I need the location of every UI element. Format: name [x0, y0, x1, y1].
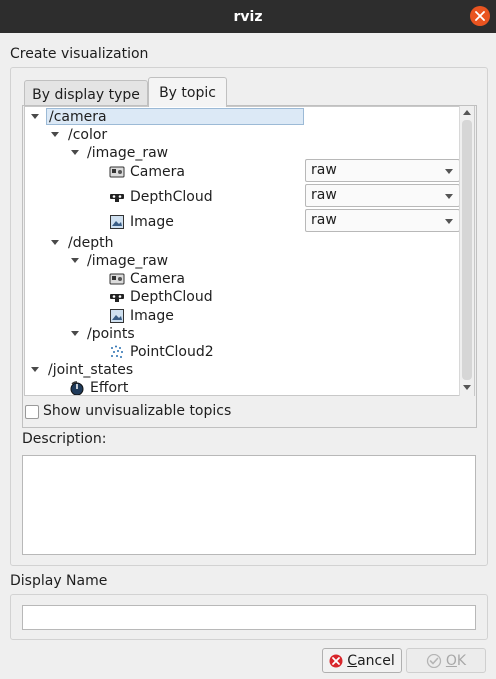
tree-item-depth-image[interactable]: Image — [25, 307, 461, 325]
expand-arrow-icon[interactable] — [51, 240, 59, 245]
effort-icon — [70, 381, 84, 395]
tab-by-topic-label: By topic — [159, 84, 216, 101]
tree-label: /camera — [49, 109, 107, 125]
description-box — [22, 455, 476, 555]
tree-item-points[interactable]: /points — [25, 325, 461, 343]
expand-arrow-icon[interactable] — [71, 258, 79, 263]
tree-item-camera[interactable]: /camera — [25, 108, 461, 126]
tab-by-display-type-label: By display type — [32, 87, 140, 103]
depthcloud-transport-value: raw — [311, 187, 337, 203]
close-icon — [475, 11, 485, 21]
title-bar: rviz — [0, 0, 496, 33]
chevron-down-icon — [445, 194, 453, 199]
tree-item-depth-depthcloud[interactable]: DepthCloud — [25, 288, 461, 306]
image-transport-value: raw — [311, 212, 337, 228]
expand-arrow-icon[interactable] — [31, 114, 39, 119]
chevron-down-icon — [445, 219, 453, 224]
show-unvisualizable-label: Show unvisualizable topics — [43, 403, 232, 419]
tree-label: Camera — [130, 164, 185, 180]
chevron-down-icon — [445, 169, 453, 174]
scroll-down-icon[interactable] — [463, 385, 471, 391]
tree-item-color[interactable]: /color — [25, 126, 461, 144]
tree-label: Effort — [90, 380, 129, 396]
pointcloud-icon — [111, 345, 123, 358]
tree-item-depth-camera[interactable]: Camera — [25, 270, 461, 288]
expand-arrow-icon[interactable] — [71, 331, 79, 336]
image-icon — [110, 215, 124, 229]
tree-item-pointcloud2[interactable]: PointCloud2 — [25, 343, 461, 361]
tree-label: /image_raw — [87, 145, 169, 161]
image-icon — [110, 309, 124, 323]
tree-label: /points — [87, 326, 135, 342]
tree-label: DepthCloud — [130, 189, 213, 205]
tree-label: Image — [130, 214, 174, 230]
camera-icon — [109, 166, 125, 178]
depthcloud-transport-select[interactable]: raw — [305, 184, 460, 207]
camera-icon — [109, 273, 125, 285]
tree-item-depth-image-raw[interactable]: /image_raw — [25, 252, 461, 270]
display-name-label: Display Name — [10, 573, 108, 589]
display-name-input[interactable] — [22, 605, 476, 630]
ok-button-label: OK — [445, 652, 467, 669]
expand-arrow-icon[interactable] — [71, 150, 79, 155]
create-visualization-label: Create visualization — [10, 46, 149, 62]
checkmark-icon — [426, 653, 442, 668]
tree-label: /image_raw — [87, 253, 169, 269]
scroll-up-icon[interactable] — [463, 109, 471, 115]
depthcloud-icon — [110, 194, 124, 202]
image-transport-select[interactable]: raw — [305, 209, 460, 232]
ok-button[interactable]: OK — [406, 648, 486, 673]
scroll-thumb[interactable] — [462, 120, 472, 380]
cancel-button[interactable]: Cancel — [322, 648, 402, 673]
expand-arrow-icon[interactable] — [51, 132, 59, 137]
tab-by-topic[interactable]: By topic — [148, 77, 227, 107]
cancel-button-label: Cancel — [347, 652, 395, 669]
tree-label: PointCloud2 — [130, 344, 214, 360]
camera-transport-value: raw — [311, 162, 337, 178]
close-button[interactable] — [470, 6, 490, 26]
cancel-icon — [329, 654, 343, 667]
tree-label: Camera — [130, 271, 185, 287]
expand-arrow-icon[interactable] — [31, 367, 39, 372]
tree-item-effort[interactable]: Effort — [25, 379, 461, 396]
camera-transport-select[interactable]: raw — [305, 159, 460, 182]
tree-label: /color — [68, 127, 108, 143]
topic-tree[interactable]: /camera /color /image_raw Camera DepthCl… — [24, 106, 475, 396]
window-title: rviz — [233, 8, 263, 25]
description-label: Description: — [22, 431, 107, 447]
tree-item-depth[interactable]: /depth — [25, 234, 461, 252]
tree-item-joint-states[interactable]: /joint_states — [25, 361, 461, 379]
tree-label: Image — [130, 308, 174, 324]
tree-label: DepthCloud — [130, 289, 213, 305]
tree-scrollbar[interactable] — [459, 106, 474, 396]
show-unvisualizable-checkbox[interactable] — [25, 405, 39, 419]
depthcloud-icon — [110, 294, 124, 302]
tree-label: /depth — [68, 235, 114, 251]
tree-label: /joint_states — [48, 362, 134, 378]
